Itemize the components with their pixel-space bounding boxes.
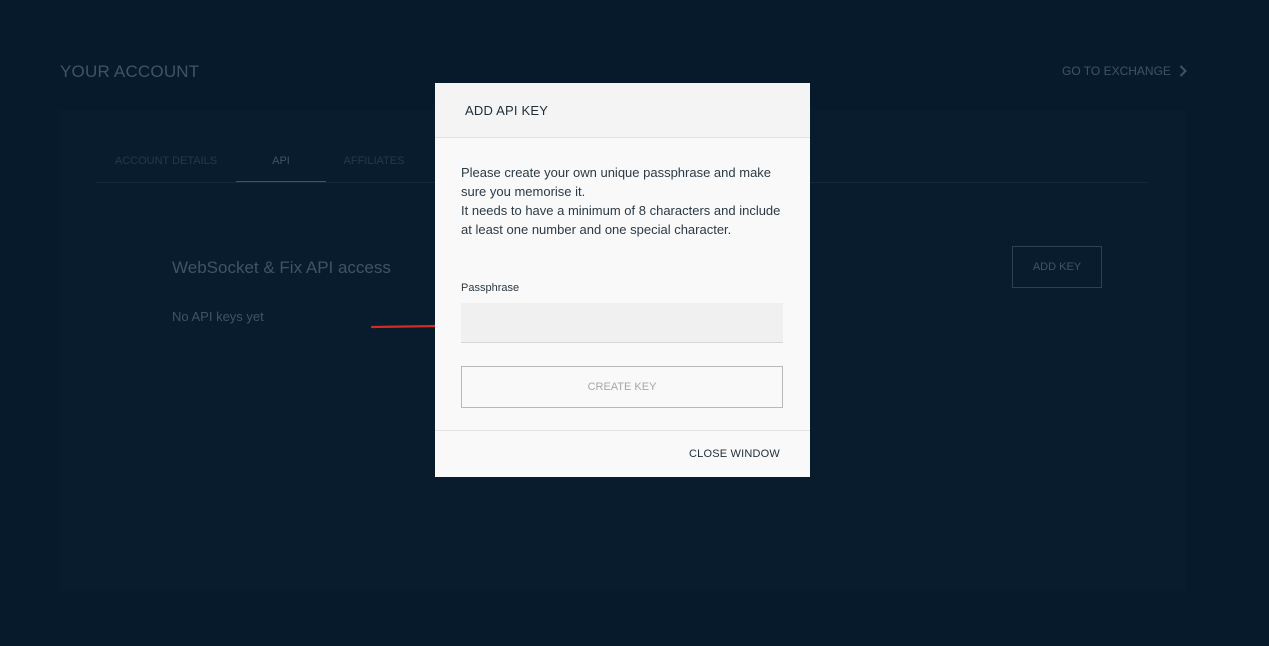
chevron-right-icon: [1179, 65, 1187, 77]
modal-title: ADD API KEY: [465, 102, 549, 118]
create-key-button[interactable]: CREATE KEY: [461, 366, 783, 408]
modal-footer: CLOSE WINDOW: [435, 430, 810, 477]
modal-description-line2: It needs to have a minimum of 8 characte…: [461, 203, 781, 237]
go-to-exchange-link[interactable]: GO TO EXCHANGE: [1062, 64, 1187, 78]
add-api-key-modal: ADD API KEY Please create your own uniqu…: [435, 83, 810, 477]
api-section-title: WebSocket & Fix API access: [172, 258, 391, 277]
close-window-button[interactable]: CLOSE WINDOW: [689, 448, 780, 460]
modal-header: ADD API KEY: [435, 83, 810, 138]
passphrase-label: Passphrase: [461, 282, 520, 294]
add-key-button[interactable]: ADD KEY: [1012, 246, 1102, 288]
modal-description-line1: Please create your own unique passphrase…: [461, 165, 772, 199]
tab-api[interactable]: API: [236, 150, 326, 182]
go-to-exchange-label: GO TO EXCHANGE: [1062, 64, 1171, 78]
modal-description: Please create your own unique passphrase…: [461, 163, 781, 239]
no-api-keys-message: No API keys yet: [172, 309, 264, 324]
passphrase-input[interactable]: [461, 303, 783, 343]
tab-affiliates[interactable]: AFFILIATES: [326, 150, 422, 182]
page-title: YOUR ACCOUNT: [60, 62, 200, 81]
tab-account-details[interactable]: ACCOUNT DETAILS: [96, 150, 236, 182]
